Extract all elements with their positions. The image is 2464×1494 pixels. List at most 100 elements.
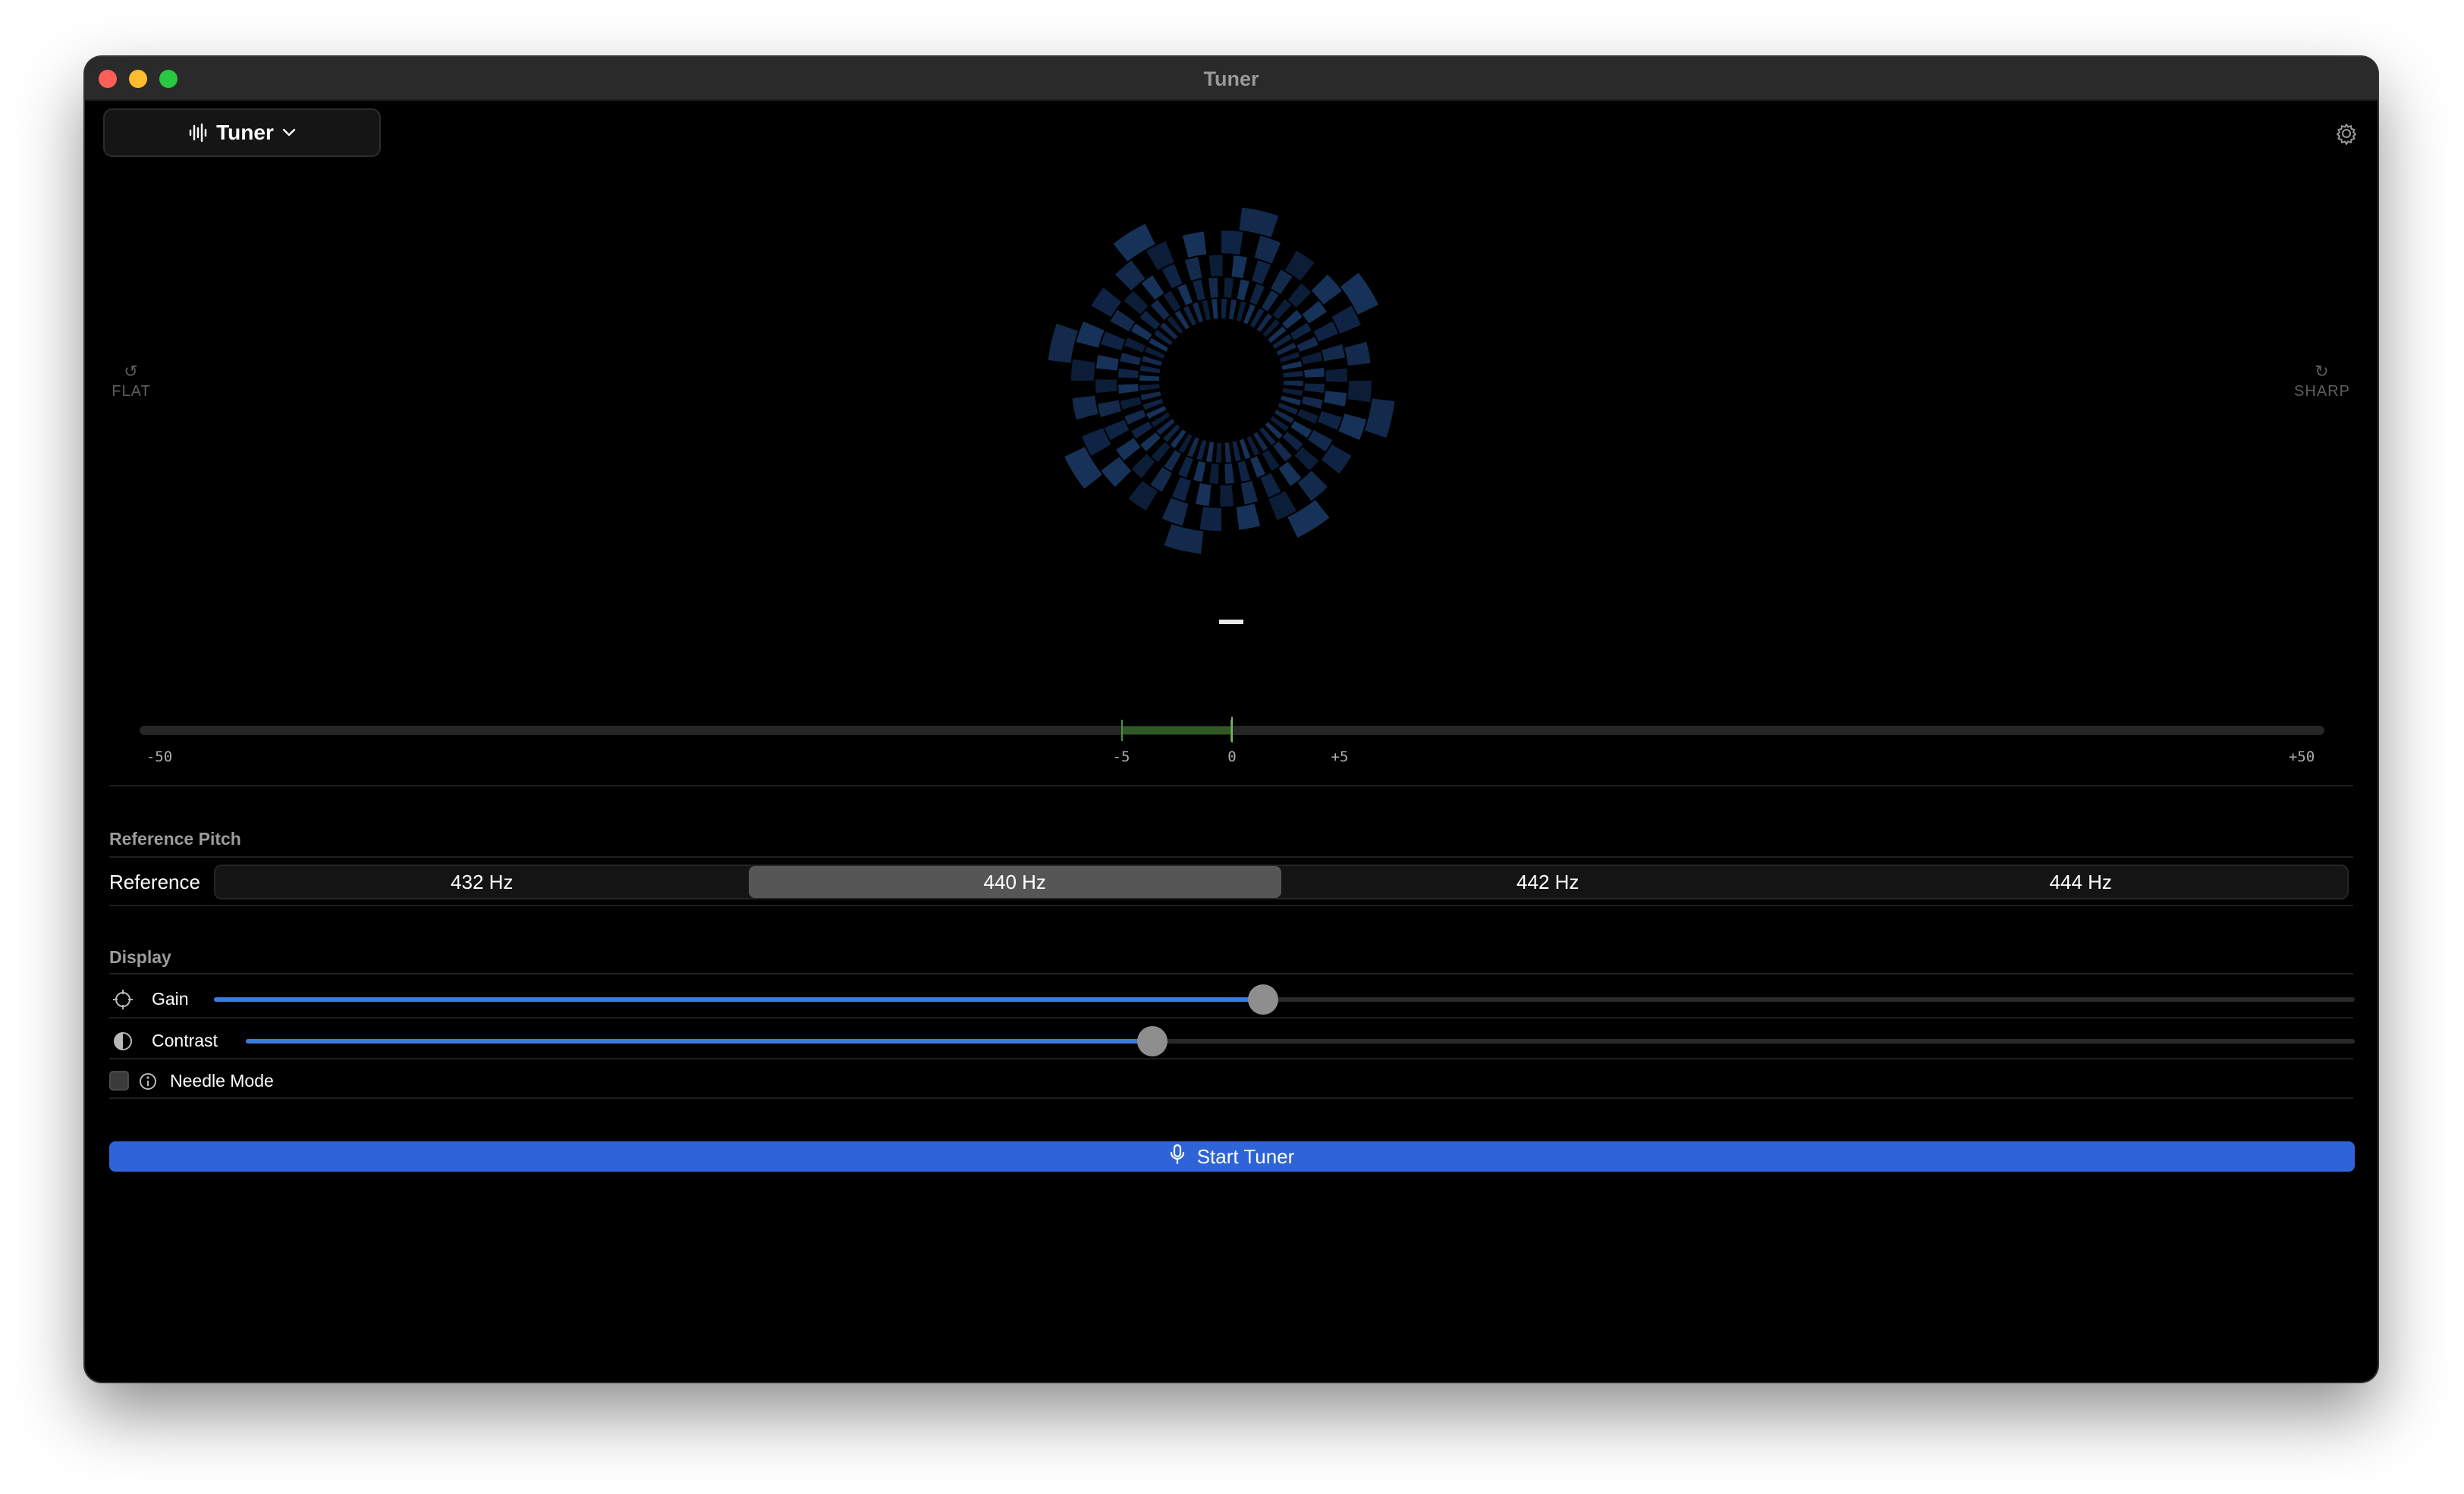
reference-option-432[interactable]: 432 Hz xyxy=(215,866,749,898)
needle-mode-checkbox[interactable] xyxy=(109,1071,129,1091)
strobe-segment xyxy=(1261,290,1279,312)
sharp-indicator: ↻ SHARP xyxy=(2280,362,2364,400)
rotate-left-icon: ↺ xyxy=(124,362,139,381)
strobe-segment xyxy=(1139,375,1160,381)
gain-slider[interactable] xyxy=(214,984,2355,1015)
strobe-segment xyxy=(1232,441,1241,462)
strobe-disc xyxy=(1048,207,1395,554)
strobe-segment xyxy=(1221,299,1227,319)
info-icon[interactable] xyxy=(138,1072,158,1091)
strobe-segment xyxy=(1161,497,1189,526)
start-tuner-button[interactable]: Start Tuner xyxy=(109,1141,2355,1172)
divider xyxy=(109,1097,2353,1099)
strobe-segment xyxy=(1282,388,1303,397)
strobe-segment xyxy=(1209,463,1219,484)
strobe-segment xyxy=(1124,410,1146,425)
strobe-segment xyxy=(1297,470,1328,501)
strobe-segment xyxy=(1120,397,1142,410)
strobe-segment xyxy=(1101,331,1126,350)
title-bar[interactable]: Tuner xyxy=(85,57,2378,101)
divider xyxy=(109,905,2353,906)
strobe-segment xyxy=(1220,485,1234,507)
strobe-segment xyxy=(1224,442,1232,463)
strobe-segment xyxy=(1116,438,1141,461)
tuner-window: Tuner Tuner ↺ FLAT ↻ SHARP -50 -5 0 +5 +… xyxy=(85,57,2378,1382)
strobe-segment xyxy=(1271,269,1293,295)
strobe-segment xyxy=(1131,454,1155,479)
strobe-segment xyxy=(1182,231,1207,258)
in-tune-zone xyxy=(1121,727,1230,734)
mode-menu-button[interactable]: Tuner xyxy=(103,108,381,157)
strobe-segment xyxy=(1237,460,1250,482)
strobe-segment xyxy=(1296,409,1318,424)
strobe-segment xyxy=(1064,447,1102,489)
contrast-label: Contrast xyxy=(152,1031,218,1050)
meter-label-zero: 0 xyxy=(1227,749,1237,765)
strobe-segment xyxy=(1224,278,1234,298)
strobe-segment xyxy=(1095,379,1117,394)
strobe-segment xyxy=(1273,441,1293,462)
chevron-down-icon xyxy=(281,127,297,138)
reference-option-442[interactable]: 442 Hz xyxy=(1281,866,1815,898)
strobe-segment xyxy=(1224,463,1235,484)
reference-option-444[interactable]: 444 Hz xyxy=(1815,866,2348,898)
strobe-segment xyxy=(1347,381,1372,403)
strobe-segment xyxy=(1260,472,1281,497)
strobe-segment xyxy=(1139,310,1161,330)
strobe-segment xyxy=(1338,413,1367,441)
strobe-segment xyxy=(1097,400,1121,418)
contrast-slider[interactable] xyxy=(246,1026,2355,1056)
strobe-segment xyxy=(1124,290,1149,315)
contrast-slider-thumb[interactable] xyxy=(1137,1026,1168,1056)
strobe-segment xyxy=(1113,224,1155,262)
contrast-slider-fill xyxy=(246,1039,1153,1044)
strobe-segment xyxy=(1215,442,1221,463)
strobe-segment xyxy=(1211,299,1218,319)
strobe-segment xyxy=(1202,300,1211,321)
strobe-segment xyxy=(1301,396,1323,409)
strobe-segment xyxy=(1221,231,1243,255)
strobe-segment xyxy=(1178,456,1193,478)
divider xyxy=(109,973,2353,975)
contrast-icon xyxy=(112,1031,134,1052)
strobe-segment xyxy=(1196,440,1207,460)
strobe-segment xyxy=(1324,391,1347,406)
reference-picker[interactable]: 432 Hz 440 Hz 442 Hz 444 Hz xyxy=(214,865,2349,899)
tick-zero xyxy=(1231,717,1233,742)
strobe-segment xyxy=(1282,432,1303,451)
strobe-segment xyxy=(1196,483,1212,507)
strobe-segment xyxy=(1322,344,1346,362)
strobe-segment xyxy=(1164,523,1204,554)
strobe-segment xyxy=(1141,275,1164,300)
window-title: Tuner xyxy=(1203,67,1259,90)
microphone-icon xyxy=(1170,1144,1185,1170)
strobe-segment xyxy=(1110,309,1136,331)
strobe-segment xyxy=(1272,299,1292,320)
start-tuner-label: Start Tuner xyxy=(1196,1144,1295,1168)
strobe-segment xyxy=(1290,322,1312,341)
strobe-segment xyxy=(1282,309,1303,329)
gear-icon[interactable] xyxy=(2335,122,2358,145)
strobe-segment xyxy=(1171,476,1191,501)
strobe-segment xyxy=(1208,278,1218,298)
strobe-segment xyxy=(1254,235,1281,264)
strobe-segment xyxy=(1252,260,1271,285)
tick-minus-5 xyxy=(1121,720,1123,741)
strobe-segment xyxy=(1304,367,1325,378)
strobe-segment xyxy=(1076,321,1105,348)
reference-option-440[interactable]: 440 Hz xyxy=(748,866,1281,898)
strobe-segment xyxy=(1205,441,1215,463)
waveform-icon xyxy=(187,122,209,143)
meter-label-max: +50 xyxy=(2288,749,2315,765)
strobe-segment xyxy=(1142,356,1162,366)
gain-slider-thumb[interactable] xyxy=(1247,984,1278,1015)
strobe-segment xyxy=(1236,301,1246,322)
strobe-segment xyxy=(1290,420,1312,438)
strobe-segment xyxy=(1240,481,1259,505)
strobe-segment xyxy=(1364,398,1395,438)
strobe-segment xyxy=(1304,383,1325,393)
reference-pitch-title: Reference Pitch xyxy=(109,829,241,849)
strobe-segment xyxy=(1130,323,1152,341)
sharp-label: SHARP xyxy=(2294,383,2350,400)
strobe-segment xyxy=(1199,507,1221,531)
